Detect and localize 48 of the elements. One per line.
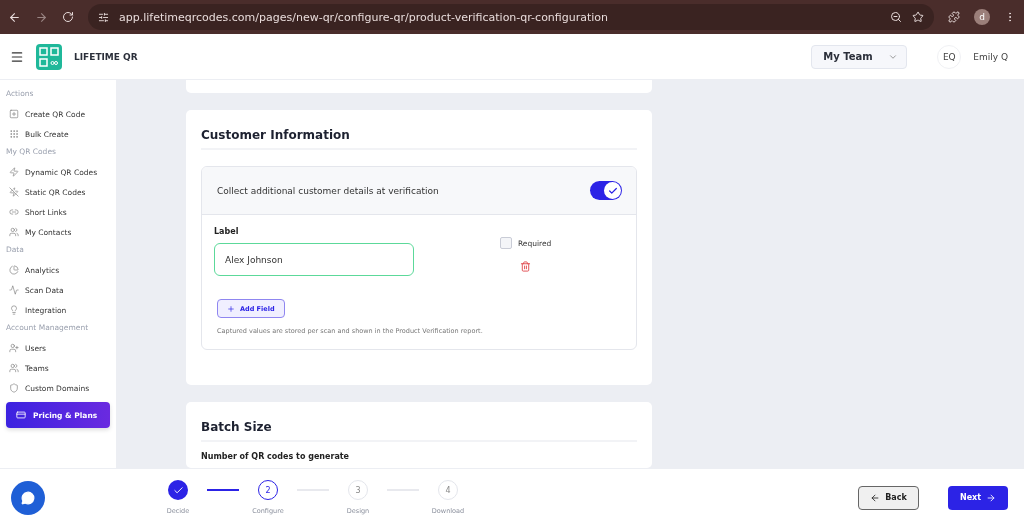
plus-icon: [227, 304, 235, 313]
field-label: Number of QR codes to generate: [201, 452, 351, 461]
plus-square-icon: [9, 109, 19, 119]
forward-icon[interactable]: [35, 10, 48, 24]
step-number: 4: [445, 485, 451, 495]
step-number: 2: [265, 485, 271, 495]
card-icon: [16, 410, 26, 420]
back-button[interactable]: Back: [858, 485, 919, 510]
grid-icon: [9, 129, 19, 139]
back-icon[interactable]: [8, 10, 21, 24]
extensions-icon[interactable]: [948, 11, 960, 23]
section-title: Batch Size: [201, 414, 637, 442]
user-plus-icon: [9, 343, 19, 353]
bookmark-star-icon[interactable]: [912, 11, 924, 23]
zoom-icon[interactable]: [890, 11, 902, 23]
users-icon: [9, 227, 19, 237]
lightning-off-icon: [9, 187, 19, 197]
required-checkbox[interactable]: [500, 237, 512, 249]
delete-icon[interactable]: [520, 261, 531, 272]
profile-avatar[interactable]: d: [974, 9, 990, 25]
label-input[interactable]: Alex Johnson: [214, 243, 414, 276]
url-text: app.lifetimeqrcodes.com/pages/new-qr/configure-qr/product-verification-qr-configuration: [119, 10, 610, 24]
lightning-icon: [9, 167, 19, 177]
logo-icon: [36, 43, 62, 70]
menu-icon[interactable]: [10, 49, 24, 64]
team-select[interactable]: My Team: [811, 44, 908, 69]
next-button[interactable]: Next: [948, 485, 1008, 510]
chat-button[interactable]: [11, 480, 45, 515]
reload-icon[interactable]: [62, 11, 74, 23]
link-icon: [9, 207, 19, 217]
site-settings-icon[interactable]: [98, 11, 109, 23]
lightbulb-icon: [9, 305, 19, 315]
arrow-right-icon: [986, 492, 997, 503]
address-bar[interactable]: app.lifetimeqrcodes.com/pages/new-qr/configure-qr/product-verification-qr-configuration: [88, 4, 934, 30]
step-number: 3: [355, 485, 361, 495]
chat-icon: [21, 490, 35, 505]
arrow-left-icon: [870, 492, 881, 503]
user-name[interactable]: Emily Q: [973, 51, 1008, 62]
brand-name: LIFETIME QR: [74, 51, 139, 62]
pulse-icon: [9, 285, 19, 295]
section-title: Customer Information: [201, 122, 637, 150]
toggle-label: Collect additional customer details at verification: [217, 185, 439, 196]
field-label: Label: [214, 227, 240, 236]
check-icon: [607, 185, 618, 196]
pie-chart-icon: [9, 265, 19, 275]
users-icon: [9, 363, 19, 373]
toggle-switch[interactable]: [590, 181, 622, 200]
shield-icon: [9, 383, 19, 393]
